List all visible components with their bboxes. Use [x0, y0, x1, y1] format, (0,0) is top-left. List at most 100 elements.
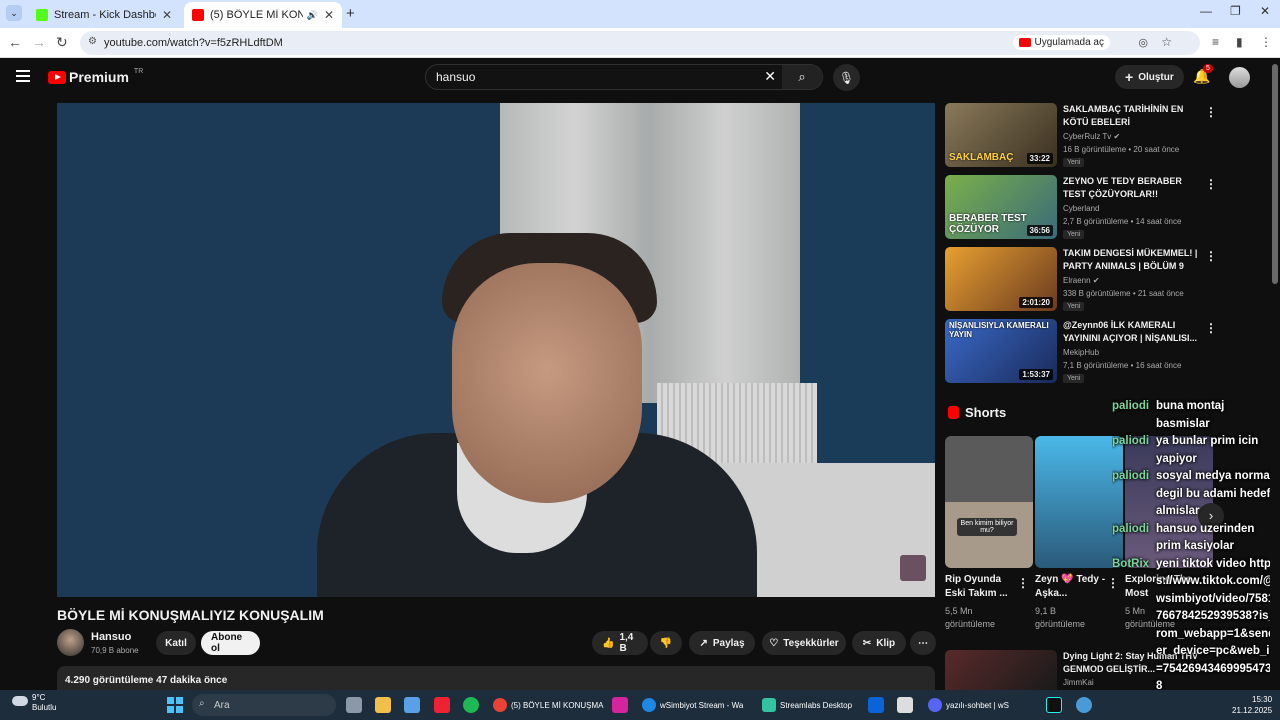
region-code: TR	[133, 67, 144, 75]
join-button[interactable]: Katıl	[156, 631, 196, 655]
clip-button[interactable]: ✂ Klip	[852, 631, 906, 655]
recommendation-title: SAKLAMBAÇ TARİHİNİN EN KÖTÜ EBELERİ	[1063, 104, 1184, 127]
weather-widget[interactable]: 9°C Bulutlu	[12, 693, 56, 713]
youtube-app-icon[interactable]	[434, 697, 450, 713]
dislike-button[interactable]: 👎	[650, 631, 682, 655]
windows-start-icon[interactable]	[167, 697, 183, 713]
page-scrollbar[interactable]	[1270, 58, 1280, 690]
tab-youtube[interactable]: (5) BÖYLE Mİ KONUŞMALIYIZ 🔊 ✕	[184, 2, 342, 28]
recommendation-item[interactable]: NİŞANLISIYLA KAMERALI YAYIN 1:53:37 @Zey…	[945, 319, 1225, 383]
shorts-header: Shorts	[948, 405, 1006, 420]
tab-search-button[interactable]: ⌄	[6, 5, 22, 21]
search-input[interactable]: hansuo	[436, 70, 475, 84]
more-actions-button[interactable]: ⋯	[910, 631, 936, 655]
clip-label: Klip	[876, 637, 896, 649]
recommendation-item[interactable]: BERABER TEST ÇÖZÜYOR 36:56 ZEYNO VE TEDY…	[945, 175, 1225, 239]
channel-watermark[interactable]	[900, 555, 926, 581]
youtube-premium-logo[interactable]: Premium TR	[48, 67, 144, 85]
file-explorer-icon[interactable]	[375, 697, 391, 713]
duration-badge: 2:01:20	[1019, 297, 1053, 308]
taskbar-app-streamlabs[interactable]: Streamlabs Desktop	[762, 695, 852, 715]
recommendation-item[interactable]: 2:01:20 TAKIM DENGESİ MÜKEMMEL! | PARTY …	[945, 247, 1225, 311]
audio-icon[interactable]: 🔊	[307, 10, 318, 21]
video-frame-face	[452, 263, 642, 503]
window-close-icon[interactable]: ✕	[1260, 4, 1270, 18]
taskbar-app-discord[interactable]: yazılı-sohbet | wS	[928, 695, 1009, 715]
video-thumbnail[interactable]: NİŞANLISIYLA KAMERALI YAYIN 1:53:37	[945, 319, 1057, 383]
channel-avatar[interactable]	[57, 629, 84, 656]
tiktok-icon[interactable]	[1046, 697, 1062, 713]
address-bar[interactable]: ⚙ youtube.com/watch?v=f5zRHLdftDM Uygula…	[80, 31, 1200, 55]
chrome-icon	[493, 698, 507, 712]
forward-icon[interactable]: →	[32, 34, 46, 50]
back-icon[interactable]: ←	[8, 34, 22, 50]
extension-icon[interactable]: ▮	[1236, 35, 1243, 49]
task-view-icon[interactable]	[346, 697, 362, 713]
account-avatar[interactable]	[1229, 67, 1250, 88]
eye-off-icon[interactable]: ◎	[1138, 36, 1148, 49]
video-thumbnail[interactable]: SAKLAMBAÇ 33:22	[945, 103, 1057, 167]
tab-kick-dashboard[interactable]: Stream - Kick Dashboard ✕	[28, 2, 180, 28]
short-overlay-text: Ben kimim biliyor mu?	[957, 518, 1017, 536]
subscribe-button[interactable]: Abone ol	[201, 631, 260, 655]
site-info-icon[interactable]: ⚙	[88, 36, 97, 47]
search-box[interactable]: hansuo ✕ ⌕	[425, 64, 823, 90]
new-badge: Yeni	[1063, 302, 1085, 311]
video-thumbnail[interactable]	[945, 650, 1057, 690]
channel-name[interactable]: Hansuo	[91, 631, 131, 643]
notifications-bell-icon[interactable]: 🔔 5	[1193, 64, 1213, 85]
more-vertical-icon[interactable]: ⋮	[1205, 321, 1217, 335]
more-vertical-icon[interactable]: ⋮	[1205, 249, 1217, 263]
views-and-date: 4.290 görüntüleme 47 dakika önce	[65, 675, 228, 686]
more-vertical-icon[interactable]: ⋮	[1205, 177, 1217, 191]
share-button[interactable]: ↗ Paylaş	[689, 631, 755, 655]
share-icon: ↗	[699, 637, 708, 649]
minimize-icon[interactable]: —	[1200, 4, 1212, 18]
reload-icon[interactable]: ↻	[56, 34, 68, 51]
recommendation-item[interactable]: SAKLAMBAÇ 33:22 SAKLAMBAÇ TARİHİNİN EN K…	[945, 103, 1225, 167]
subscribe-label: Abone ol	[211, 632, 243, 654]
taskbar-app-edge[interactable]: wSimbiyot Stream - Wa	[642, 695, 743, 715]
thanks-button[interactable]: ♡ Teşekkürler	[762, 631, 846, 655]
media-controls-icon[interactable]: ≡	[1212, 35, 1219, 49]
short-thumbnail[interactable]	[1035, 436, 1123, 568]
system-clock[interactable]: 15:30 21.12.2025	[1232, 694, 1272, 716]
video-thumbnail[interactable]: BERABER TEST ÇÖZÜYOR 36:56	[945, 175, 1057, 239]
menu-kebab-icon[interactable]: ⋮	[1260, 35, 1272, 49]
youtube-app-icon	[1018, 38, 1031, 47]
spotify-icon[interactable]	[463, 697, 479, 713]
tab-title: (5) BÖYLE Mİ KONUŞMALIYIZ	[210, 9, 303, 21]
scrollbar-thumb[interactable]	[1272, 64, 1278, 284]
cloud-icon	[12, 696, 28, 706]
search-button[interactable]: ⌕	[782, 65, 822, 89]
close-icon[interactable]: ✕	[162, 8, 172, 22]
thumbs-up-icon: 👍	[602, 637, 615, 649]
more-vertical-icon[interactable]: ⋮	[1205, 105, 1217, 119]
close-icon[interactable]: ✕	[324, 8, 334, 22]
chat-text: buna montaj basmislar	[1156, 400, 1225, 430]
clear-search-icon[interactable]: ✕	[764, 68, 776, 85]
instagram-icon[interactable]	[612, 697, 628, 713]
voice-search-mic-icon[interactable]: 🎙	[833, 64, 860, 91]
like-button[interactable]: 👍 1,4 B	[592, 631, 648, 655]
bookmark-star-icon[interactable]: ☆	[1161, 35, 1172, 49]
weather-temp: 9°C	[32, 693, 46, 702]
new-tab-button[interactable]: +	[346, 5, 355, 22]
restore-icon[interactable]: ❐	[1230, 4, 1241, 18]
outlook-icon[interactable]	[868, 697, 884, 713]
more-vertical-icon[interactable]: ⋮	[1017, 576, 1029, 590]
store-icon[interactable]	[404, 697, 420, 713]
taskbar-app-chrome[interactable]: (5) BÖYLE Mİ KONUŞMA	[493, 695, 603, 715]
menu-hamburger-icon[interactable]	[16, 70, 30, 85]
app-icon[interactable]	[897, 697, 913, 713]
chat-message: BotRix yeni tiktok video https://www.tikt…	[1112, 556, 1280, 696]
short-thumbnail[interactable]: Ben kimim biliyor mu?	[945, 436, 1033, 568]
open-in-app-button[interactable]: Uygulamada aç	[1012, 35, 1110, 50]
video-thumbnail[interactable]: 2:01:20	[945, 247, 1057, 311]
taskbar-app-label: wSimbiyot Stream - Wa	[660, 700, 744, 710]
recommendation-channel: CyberRulz Tv ✔	[1063, 132, 1120, 141]
taskbar-search[interactable]: ⌕ Ara	[192, 694, 336, 716]
create-button[interactable]: + Oluştur	[1115, 65, 1184, 89]
app-icon[interactable]	[1076, 697, 1092, 713]
video-player[interactable]	[57, 103, 935, 597]
